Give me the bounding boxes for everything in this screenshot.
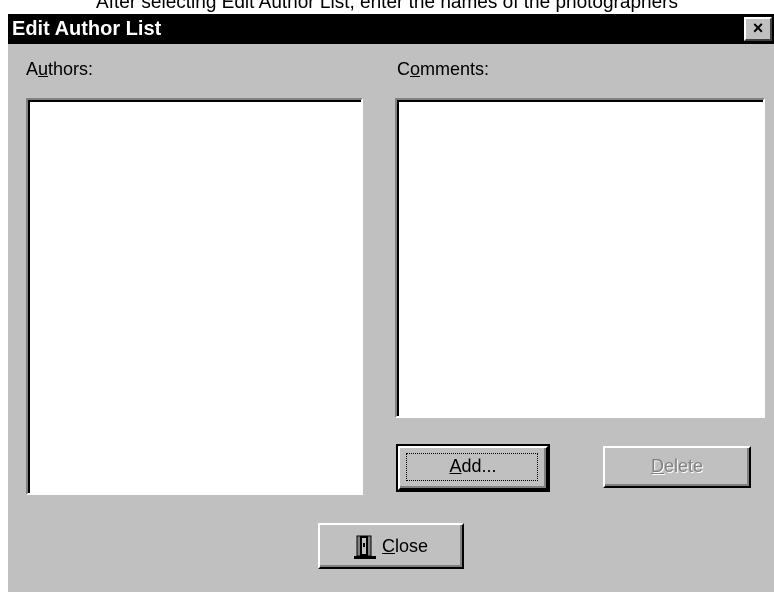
close-icon: × (752, 18, 764, 38)
delete-button-label: Delete (650, 456, 704, 476)
title-bar: Edit Author List × (8, 14, 774, 44)
dialog-title: Edit Author List (12, 18, 162, 40)
authors-label: Authors: (26, 59, 94, 79)
focus-rectangle (406, 453, 538, 481)
add-button-label: Add... (449, 456, 497, 476)
page-caption: After selecting Edit Author List, enter … (96, 0, 678, 13)
comments-textarea[interactable] (395, 98, 765, 418)
authors-listbox[interactable] (26, 98, 363, 495)
close-window-button[interactable]: × (744, 17, 772, 41)
comments-label: Comments: (397, 59, 490, 79)
edit-author-list-dialog: Edit Author List × Authors: Comments: Ad… (8, 14, 774, 592)
close-button-content: Close (353, 535, 428, 560)
delete-button[interactable]: Delete (603, 446, 751, 488)
add-button[interactable]: Add... (396, 444, 550, 492)
door-exit-icon (353, 535, 376, 560)
close-button[interactable]: Close (318, 523, 464, 569)
